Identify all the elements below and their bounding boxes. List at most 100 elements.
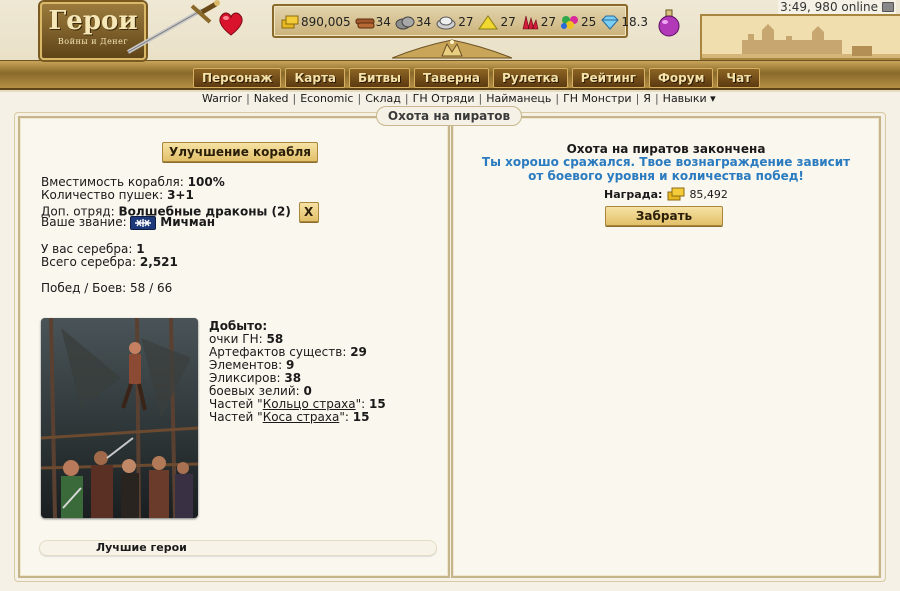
submenu-economic[interactable]: Economic <box>300 92 353 105</box>
resources-bar: 890,005 34 34 27 27 27 25 18.3 <box>272 4 648 38</box>
resource-value: 27 <box>458 15 474 29</box>
separator: | <box>654 92 659 105</box>
gems-icon <box>561 16 579 29</box>
sword-icon <box>127 0 220 54</box>
header: Герои Войны и Денег 890,005 34 34 27 27 … <box>0 0 900 92</box>
resource-ore[interactable]: 34 <box>395 14 431 30</box>
loot-label: Артефактов существ: <box>209 345 347 359</box>
stat-label: Вместимость корабля: <box>41 175 184 189</box>
hunt-result-panel: Охота на пиратов закончена Ты хорошо сра… <box>451 116 881 578</box>
loot-label: Частей " <box>209 410 263 424</box>
stat-silver-total: Всего серебра: 2,521 <box>41 256 319 269</box>
resource-gold[interactable]: 890,005 <box>280 14 351 30</box>
hunt-finished-title: Охота на пиратов закончена <box>566 142 766 156</box>
ship-panel: Улучшение корабля Вместимость корабля: 1… <box>18 116 450 578</box>
menu-rating[interactable]: Рейтинг <box>571 68 646 88</box>
mercury-icon <box>436 16 456 30</box>
stat-value: Мичман <box>160 215 216 229</box>
menu-chat[interactable]: Чат <box>717 68 761 88</box>
crown-ornament <box>392 39 512 59</box>
loot-label: очки ГН: <box>209 332 263 346</box>
stat-label: Всего серебра: <box>41 255 137 269</box>
loot-label: ": <box>355 397 366 411</box>
menu-roulette[interactable]: Рулетка <box>493 68 568 88</box>
resource-wood[interactable]: 34 <box>355 14 391 30</box>
take-reward-button[interactable]: Забрать <box>605 206 723 226</box>
separator: | <box>635 92 640 105</box>
resource-value: 18.3 <box>621 15 649 29</box>
health-heart-icon[interactable] <box>216 8 246 38</box>
loot-label: Элементов: <box>209 358 283 372</box>
menu-forum[interactable]: Форум <box>649 68 714 88</box>
ore-icon <box>395 16 415 30</box>
resource-value: 34 <box>375 15 391 29</box>
gold-icon <box>281 15 299 29</box>
menu-character[interactable]: Персонаж <box>193 68 282 88</box>
stat-value: 1 <box>136 242 145 256</box>
loot-label: боевых зелий: <box>209 384 300 398</box>
menu-battles[interactable]: Битвы <box>349 68 410 88</box>
remove-squad-button[interactable]: X <box>298 202 319 222</box>
separator: | <box>292 92 297 105</box>
resource-sulfur[interactable]: 27 <box>477 14 516 30</box>
crystal-icon <box>522 15 539 30</box>
stat-label: Ваше звание: <box>41 215 127 229</box>
menu-tavern[interactable]: Таверна <box>414 68 489 88</box>
diamond-icon <box>601 15 619 30</box>
stat-label: У вас серебра: <box>41 242 133 256</box>
loot-value: 15 <box>369 397 386 411</box>
loot-value: 38 <box>284 371 302 385</box>
ring-of-fear-link[interactable]: Кольцо страха <box>263 397 356 411</box>
reward-line: Награда: 85,492 <box>453 186 879 202</box>
stat-label: Побед / Боев: <box>41 281 127 295</box>
castle-banner <box>700 14 900 60</box>
gold-icon <box>667 187 685 201</box>
resource-diamond[interactable]: 18.3 <box>600 14 648 30</box>
stat-value: 3+1 <box>167 188 194 202</box>
loot-value: 9 <box>286 358 295 372</box>
resource-crystal[interactable]: 27 <box>520 14 556 30</box>
submenu-skills[interactable]: Навыки ▾ <box>663 92 716 105</box>
stat-value: 2,521 <box>139 255 178 269</box>
submenu-warrior[interactable]: Warrior <box>202 92 242 105</box>
loot-value: 15 <box>352 410 370 424</box>
loot-value: 29 <box>350 345 367 359</box>
loot-value: 0 <box>303 384 312 398</box>
resource-value: 890,005 <box>301 15 351 29</box>
monitor-icon[interactable] <box>882 2 894 12</box>
pirates-illustration <box>41 318 198 518</box>
resource-mercury[interactable]: 27 <box>435 14 473 30</box>
reward-value: 85,492 <box>689 188 728 201</box>
sulfur-icon <box>478 15 499 30</box>
potion-icon[interactable] <box>656 8 682 38</box>
page-title: Охота на пиратов <box>376 106 522 126</box>
menu-map[interactable]: Карта <box>285 68 346 88</box>
best-heroes-toggle[interactable]: Лучшие герои <box>39 540 437 556</box>
resource-value: 27 <box>500 15 516 29</box>
clock-text: 3:49, 980 online <box>780 0 878 14</box>
reward-label: Награда: <box>604 188 663 201</box>
submenu-naked[interactable]: Naked <box>254 92 289 105</box>
upgrade-ship-button[interactable]: Улучшение корабля <box>162 142 318 162</box>
submenu-gn-monsters[interactable]: ГН Монстри <box>563 92 631 105</box>
rank-badge-icon <box>130 216 157 230</box>
loot-label: Эликсиров: <box>209 371 281 385</box>
scythe-of-fear-link[interactable]: Коса страха <box>263 410 340 424</box>
submenu-gn-squads[interactable]: ГН Отряди <box>413 92 475 105</box>
submenu-me[interactable]: Я <box>643 92 651 105</box>
separator: | <box>404 92 409 105</box>
resource-gems[interactable]: 25 <box>560 14 596 30</box>
loot-label: ": <box>339 410 349 424</box>
stat-wins: Побед / Боев: 58 / 66 <box>41 282 319 295</box>
main-menu: Персонаж Карта Битвы Таверна Рулетка Рей… <box>193 68 761 90</box>
loot-value: 58 <box>266 332 284 346</box>
submenu-mercenary[interactable]: Найманець <box>486 92 551 105</box>
loot-summary: Добыто: очки ГН: 58 Артефактов существ: … <box>209 320 386 424</box>
sub-menu: Warrior | Naked | Economic | Склад | ГН Отря… <box>202 92 716 105</box>
resource-value: 25 <box>581 15 597 29</box>
separator: | <box>478 92 483 105</box>
submenu-warehouse[interactable]: Склад <box>365 92 401 105</box>
stat-value: 100% <box>187 175 225 189</box>
loot-parts-scythe: Частей "Коса страха": 15 <box>209 411 386 424</box>
separator: | <box>246 92 250 105</box>
